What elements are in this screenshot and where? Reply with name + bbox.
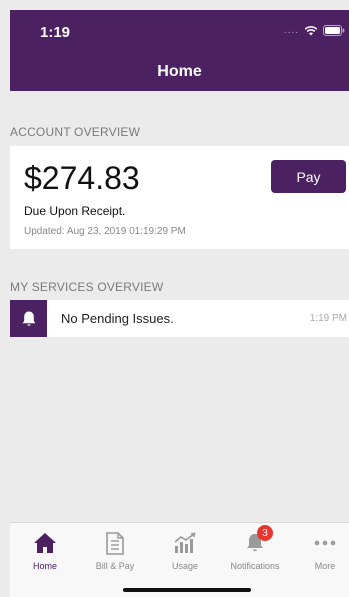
bill-document-icon — [85, 531, 145, 555]
tab-more[interactable]: More — [295, 531, 349, 571]
bell-icon: 3 — [225, 525, 285, 555]
tab-label: Usage — [171, 561, 198, 571]
wifi-icon — [304, 25, 318, 36]
account-overview-header: ACCOUNT OVERVIEW — [10, 125, 141, 139]
tab-label: Bill & Pay — [95, 561, 135, 571]
account-overview-card: $274.83 Pay Due Upon Receipt. Updated: A… — [10, 146, 349, 249]
bell-icon — [10, 300, 47, 337]
service-notification-row[interactable]: No Pending Issues. 1:19 PM — [10, 300, 349, 337]
tab-label: More — [314, 561, 336, 571]
tab-label: Home — [32, 561, 57, 571]
tab-bar: Home Bill & Pay Usage 3 Notifications Mo… — [10, 522, 349, 597]
house-icon — [15, 531, 75, 555]
tab-home[interactable]: Home — [15, 531, 75, 571]
balance-amount: $274.83 — [24, 160, 140, 196]
battery-icon — [323, 25, 345, 36]
services-overview-header: MY SERVICES OVERVIEW — [10, 280, 164, 294]
tab-usage[interactable]: Usage — [155, 531, 215, 571]
notification-time: 1:19 PM — [309, 313, 347, 324]
notification-badge: 3 — [257, 525, 273, 541]
pay-button[interactable]: Pay — [271, 160, 346, 193]
home-indicator[interactable] — [123, 588, 251, 592]
app-screen: 1:19 .... Home ACCOUNT OVERVIEW $274.83 … — [0, 0, 349, 597]
top-bar: 1:19 .... Home — [10, 10, 349, 91]
page-title: Home — [157, 63, 202, 80]
notification-text: No Pending Issues. — [61, 311, 174, 326]
tab-notifications[interactable]: 3 Notifications — [225, 525, 285, 571]
status-icons: .... — [284, 25, 345, 36]
due-text: Due Upon Receipt. — [24, 204, 126, 218]
tab-bill-pay[interactable]: Bill & Pay — [85, 531, 145, 571]
status-time: 1:19 — [40, 24, 71, 41]
updated-timestamp: Updated: Aug 23, 2019 01:19:29 PM — [24, 226, 186, 237]
signal-dots-icon: .... — [283, 25, 299, 36]
usage-chart-icon — [155, 531, 215, 555]
tab-label: Notifications — [230, 561, 280, 571]
more-dots-icon — [295, 531, 349, 555]
